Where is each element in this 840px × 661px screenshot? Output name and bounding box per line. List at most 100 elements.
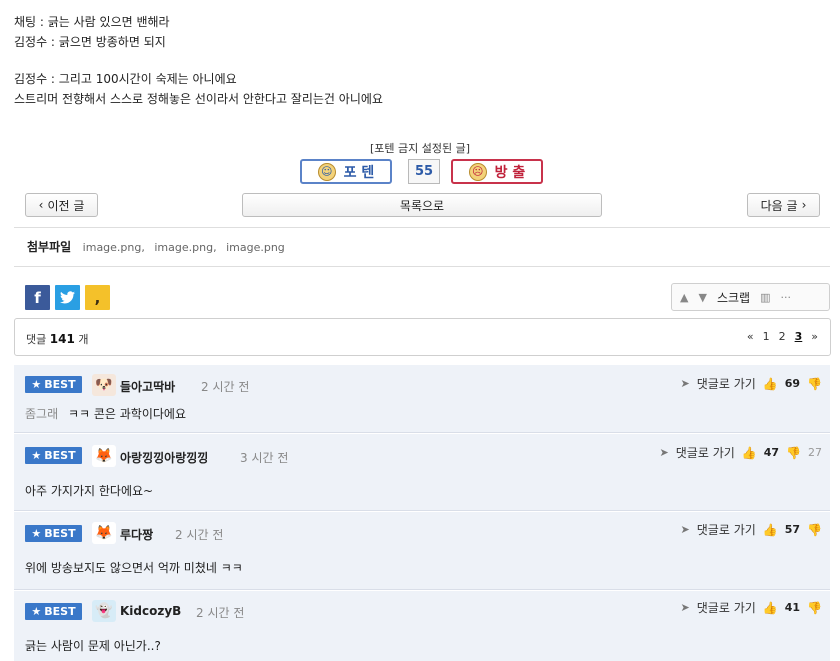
best-label: BEST [44, 449, 76, 462]
go-to-reply-link[interactable]: 댓글로 가기 [697, 521, 756, 538]
chevron-right-icon: › [801, 198, 807, 212]
banish-button[interactable]: ☹ 방 출 [451, 159, 543, 184]
page-last-button[interactable]: » [811, 330, 818, 343]
prev-post-button[interactable]: ‹ 이전 글 [25, 193, 98, 217]
thumbs-up-icon[interactable]: 👍 [763, 601, 778, 615]
fox-face-icon: 🦊 [92, 522, 116, 544]
post-line: 김정수 : 긁으면 방종하면 되지 [14, 35, 166, 49]
attachments: 첨부파일 image.png, image.png, image.png [27, 238, 291, 255]
comments-header: 댓글 141 개 « 1 2 3 » [14, 318, 831, 356]
dislike-count: 27 [808, 446, 822, 459]
comment-actions: ➤ 댓글로 가기 👍 41 👎 [681, 599, 822, 616]
comment-count-value: 141 [49, 332, 75, 346]
best-comment: ★ BEST 👻 KidcozyB 2 시간 전 ➤ 댓글로 가기 👍 41 👎 … [14, 591, 830, 661]
comment-time: 3 시간 전 [240, 451, 289, 465]
comment-text: 좀그래 ㅋㅋ 콘은 과학이다에요 [25, 405, 186, 422]
best-comment: ★ BEST 🦊 루다짱 2 시간 전 ➤ 댓글로 가기 👍 57 👎 위에 방송… [14, 512, 830, 590]
post-tools: ▲ ▼ 스크랩 ▥ ··· [671, 283, 830, 311]
best-badge: ★ BEST [25, 376, 82, 393]
share-buttons: f , [25, 285, 110, 310]
like-count: 41 [784, 601, 801, 614]
list-label: 목록으로 [399, 198, 445, 213]
facebook-share-button[interactable]: f [25, 285, 50, 310]
potent-label: 포 텐 [343, 164, 375, 181]
thumbs-down-icon[interactable]: 👎 [807, 523, 822, 537]
next-post-label: 다음 글 [760, 198, 798, 213]
thumbs-down-icon[interactable]: 👎 [807, 377, 822, 391]
comment-count-prefix: 댓글 [26, 333, 47, 346]
like-count: 47 [763, 446, 780, 459]
comment-time: 2 시간 전 [201, 380, 250, 394]
page-first-button[interactable]: « [747, 330, 754, 343]
star-icon: ★ [31, 378, 42, 391]
attachment-file[interactable]: image.png, [83, 241, 145, 254]
comment-body: 긁는 사람이 문제 아닌가..? [25, 639, 161, 653]
reply-arrow-icon: ➤ [659, 446, 669, 459]
comment-quote: 좀그래 [25, 407, 59, 421]
go-to-reply-link[interactable]: 댓글로 가기 [697, 375, 756, 392]
thumbs-down-icon[interactable]: 👎 [786, 446, 801, 460]
comment-time: 2 시간 전 [175, 528, 224, 542]
scrap-button[interactable]: 스크랩 [717, 289, 750, 306]
best-badge: ★ BEST [25, 525, 82, 542]
go-to-reply-link[interactable]: 댓글로 가기 [676, 444, 735, 461]
go-to-reply-link[interactable]: 댓글로 가기 [697, 599, 756, 616]
chevron-left-icon: ‹ [38, 198, 44, 212]
comment-body: ㅋㅋ 콘은 과학이다에요 [67, 407, 186, 421]
comment-nick[interactable]: 루다짱 [120, 526, 153, 543]
attachments-label: 첨부파일 [27, 240, 72, 254]
comment-count-suffix: 개 [78, 333, 89, 346]
page-link[interactable]: 2 [779, 330, 786, 343]
comment-nick[interactable]: 들아고딱바 [120, 378, 175, 395]
best-label: BEST [44, 605, 76, 618]
kakao-share-button[interactable]: , [85, 285, 110, 310]
thumbs-up-icon[interactable]: 👍 [763, 523, 778, 537]
post-line: 김정수 : 그리고 100시간이 숙제는 아니에요 [14, 72, 237, 86]
attachment-file[interactable]: image.png [226, 241, 285, 254]
arrow-down-icon[interactable]: ▼ [698, 291, 706, 304]
page-current[interactable]: 3 [795, 330, 803, 343]
thumbs-up-icon[interactable]: 👍 [763, 377, 778, 391]
comment-text: 긁는 사람이 문제 아닌가..? [25, 637, 161, 654]
best-comment: ★ BEST 🐶 들아고딱바 2 시간 전 ➤ 댓글로 가기 👍 69 👎 좀그래… [14, 365, 830, 433]
potent-button[interactable]: ☺ 포 텐 [300, 159, 392, 184]
best-label: BEST [44, 527, 76, 540]
prev-post-label: 이전 글 [47, 198, 85, 213]
comment-nick[interactable]: KidcozyB [120, 604, 181, 618]
list-button[interactable]: 목록으로 [242, 193, 602, 217]
comment-actions: ➤ 댓글로 가기 👍 47 👎 27 [660, 444, 822, 461]
divider [14, 227, 830, 228]
attachment-file[interactable]: image.png, [154, 241, 216, 254]
arrow-up-icon[interactable]: ▲ [680, 291, 688, 304]
page-link[interactable]: 1 [763, 330, 770, 343]
post-line: 채팅 : 긁는 사람 있으면 밴해라 [14, 15, 170, 29]
next-post-button[interactable]: 다음 글 › [747, 193, 820, 217]
star-icon: ★ [31, 449, 42, 462]
star-icon: ★ [31, 605, 42, 618]
comment-nick[interactable]: 아랑낑낑아랑낑낑 [120, 449, 208, 466]
facebook-icon: f [34, 288, 41, 307]
comment-body: 아주 가지가지 한다에요~ [25, 484, 154, 498]
thumbs-down-icon[interactable]: 👎 [807, 601, 822, 615]
comment-body: 위에 방송보지도 않으면서 억까 미쳤네 ㅋㅋ [25, 561, 243, 575]
smile-face-icon: ☺ [317, 162, 336, 181]
post-body: 채팅 : 긁는 사람 있으면 밴해라 김정수 : 긁으면 방종하면 되지 김정수… [14, 12, 383, 109]
comment-time: 2 시간 전 [196, 606, 245, 620]
like-count: 69 [784, 377, 801, 390]
dog-face-icon: 🐶 [92, 374, 116, 396]
divider [14, 266, 830, 267]
stats-icon[interactable]: ▥ [760, 291, 770, 304]
best-badge: ★ BEST [25, 447, 82, 464]
twitter-share-button[interactable] [55, 285, 80, 310]
more-icon[interactable]: ··· [780, 291, 791, 304]
comment-text: 아주 가지가지 한다에요~ [25, 482, 153, 499]
thumbs-up-icon[interactable]: 👍 [742, 446, 757, 460]
star-icon: ★ [31, 527, 42, 540]
comment-actions: ➤ 댓글로 가기 👍 57 👎 [681, 521, 822, 538]
kakao-icon: , [94, 288, 101, 307]
like-count: 57 [784, 523, 801, 536]
potent-banned-caption: [포텐 금지 설정된 글] [369, 142, 471, 155]
vote-count: 55 [408, 159, 440, 184]
comment-count: 댓글 141 개 [26, 331, 88, 347]
twitter-bird-icon [60, 291, 75, 304]
